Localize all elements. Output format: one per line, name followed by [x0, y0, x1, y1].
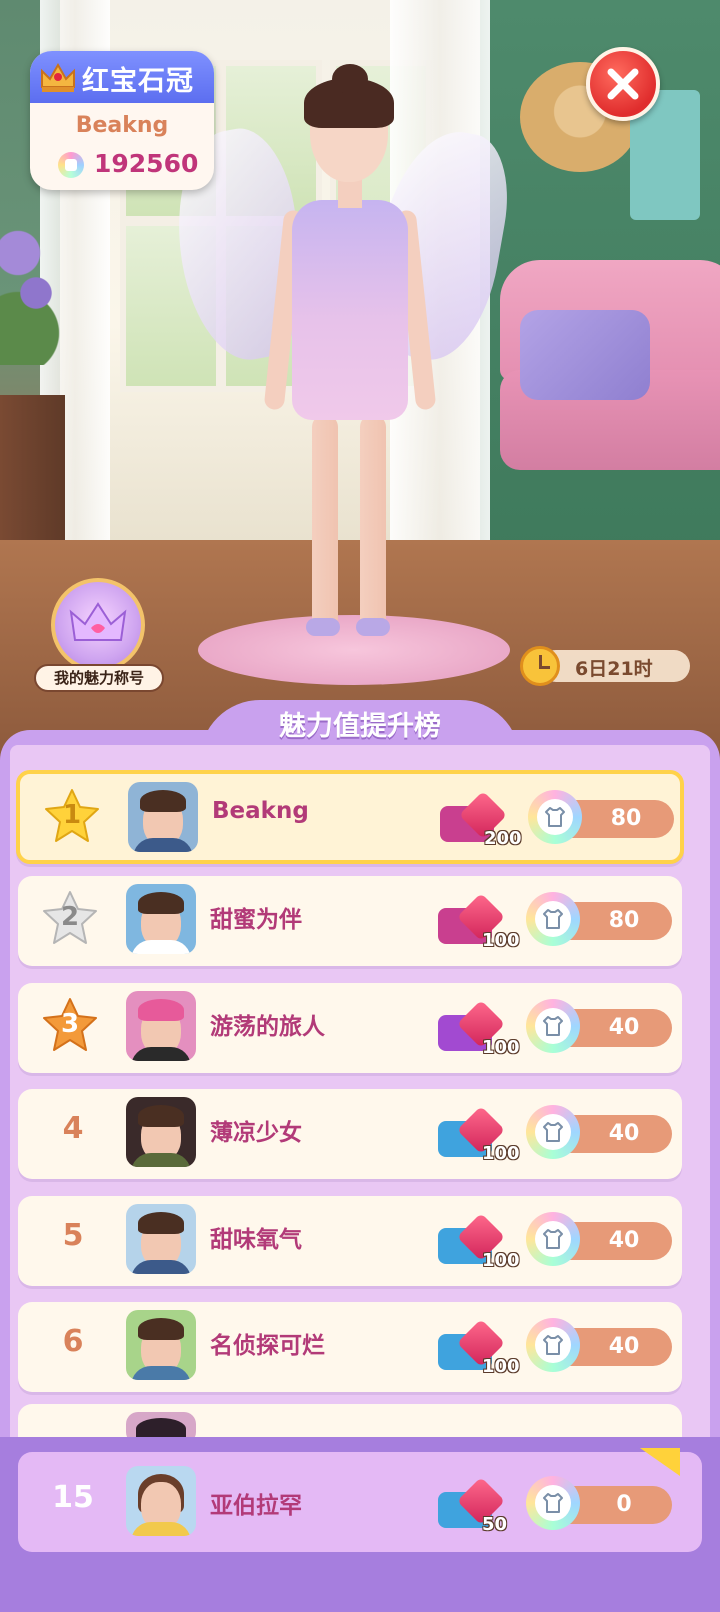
avatar[interactable] [126, 1466, 196, 1536]
avatar[interactable] [126, 1204, 196, 1274]
username: 甜味氧气 [210, 1227, 302, 1253]
charm-score: 40 [526, 1105, 678, 1161]
reward-chest-icon: 100 [438, 1210, 520, 1271]
avatar-character[interactable] [160, 60, 520, 660]
rank-number: 4 [62, 1111, 84, 1146]
score-value: 0 [616, 1492, 632, 1517]
rank-number: 2 [60, 902, 80, 932]
rank-number: 3 [60, 1009, 80, 1039]
timer-text: 6日21时 [575, 658, 653, 680]
charm-score: 0 [526, 1476, 678, 1532]
charm-score: 40 [526, 999, 678, 1055]
shirt-icon [526, 892, 580, 946]
rank-number: 1 [62, 800, 82, 830]
reward-quantity: 100 [482, 930, 520, 951]
shirt-icon [528, 790, 582, 844]
close-icon [607, 68, 639, 100]
table-row[interactable]: 2 甜蜜为伴 100 80 [18, 876, 682, 966]
avatar[interactable] [126, 991, 196, 1061]
avatar[interactable] [126, 1310, 196, 1380]
gem-count: 192560 [94, 149, 199, 178]
plant [0, 205, 60, 365]
title-banner: 红宝石冠 [30, 51, 214, 103]
reward-quantity: 100 [482, 1356, 520, 1377]
username: 名侦探可烂 [210, 1333, 325, 1359]
shirt-icon [526, 999, 580, 1053]
charm-score: 80 [528, 790, 680, 846]
score-value: 40 [608, 1015, 640, 1040]
rank-number: 15 [52, 1480, 94, 1515]
reward-chest-icon: 100 [438, 997, 520, 1058]
rank-star-icon: 2 [40, 888, 100, 948]
reward-chest-icon: 50 [438, 1474, 508, 1535]
username: 亚伯拉罕 [210, 1493, 302, 1519]
crown-icon [41, 62, 75, 92]
sofa [500, 260, 720, 490]
table-row[interactable]: 6 名侦探可烂 100 40 [18, 1302, 682, 1392]
player-title-card: 红宝石冠 Beakng 192560 [30, 51, 214, 190]
reward-quantity: 200 [484, 828, 522, 849]
reward-chest-icon: 100 [438, 1316, 520, 1377]
avatar[interactable] [126, 1097, 196, 1167]
username: 游荡的旅人 [210, 1014, 325, 1040]
avatar[interactable] [126, 884, 196, 954]
my-charm-title-label: 我的魅力称号 [34, 664, 164, 692]
shirt-icon [526, 1476, 580, 1530]
table-row[interactable]: 5 甜味氧气 100 40 [18, 1196, 682, 1286]
username: Beakng [212, 798, 309, 824]
rank-star-icon: 1 [42, 786, 102, 846]
rank-number: 6 [62, 1324, 84, 1359]
charm-score: 40 [526, 1212, 678, 1268]
reward-chest-icon: 100 [438, 890, 520, 951]
reward-quantity: 100 [482, 1037, 520, 1058]
shirt-icon [526, 1318, 580, 1372]
leaderboard-title: 魅力值提升榜 [279, 711, 441, 742]
reward-chest-icon: 100 [438, 1103, 520, 1164]
title-name: 红宝石冠 [82, 66, 194, 97]
table-row[interactable]: 3 游荡的旅人 100 40 [18, 983, 682, 1073]
my-charm-title-button[interactable]: 我的魅力称号 [34, 578, 164, 693]
shirt-icon [526, 1212, 580, 1266]
avatar[interactable] [128, 782, 198, 852]
score-value: 40 [608, 1228, 640, 1253]
username: 薄凉少女 [210, 1120, 302, 1146]
countdown-timer: 6日21时 [520, 646, 690, 686]
table-row[interactable]: 4 薄凉少女 100 40 [18, 1089, 682, 1179]
player-name: Beakng [75, 113, 169, 138]
my-rank-row[interactable]: 15 亚伯拉罕 50 0 [18, 1452, 702, 1552]
reward-quantity: 50 [482, 1514, 508, 1535]
diamond-currency-icon [58, 152, 84, 178]
shirt-icon [526, 1105, 580, 1159]
reward-quantity: 100 [482, 1250, 520, 1271]
score-value: 40 [608, 1334, 640, 1359]
username: 甜蜜为伴 [210, 907, 302, 933]
close-button[interactable] [586, 47, 660, 121]
reward-quantity: 100 [482, 1143, 520, 1164]
charm-score: 40 [526, 1318, 678, 1374]
rank-star-icon: 3 [40, 995, 100, 1055]
clock-icon [520, 646, 560, 686]
charm-score: 80 [526, 892, 678, 948]
score-value: 40 [608, 1121, 640, 1146]
score-value: 80 [608, 908, 640, 933]
crown-badge-icon [51, 578, 145, 672]
table-row[interactable]: 1 Beakng 200 80 [16, 770, 684, 864]
reward-chest-icon: 200 [440, 788, 522, 849]
score-value: 80 [610, 806, 642, 831]
rank-number: 5 [62, 1218, 84, 1253]
